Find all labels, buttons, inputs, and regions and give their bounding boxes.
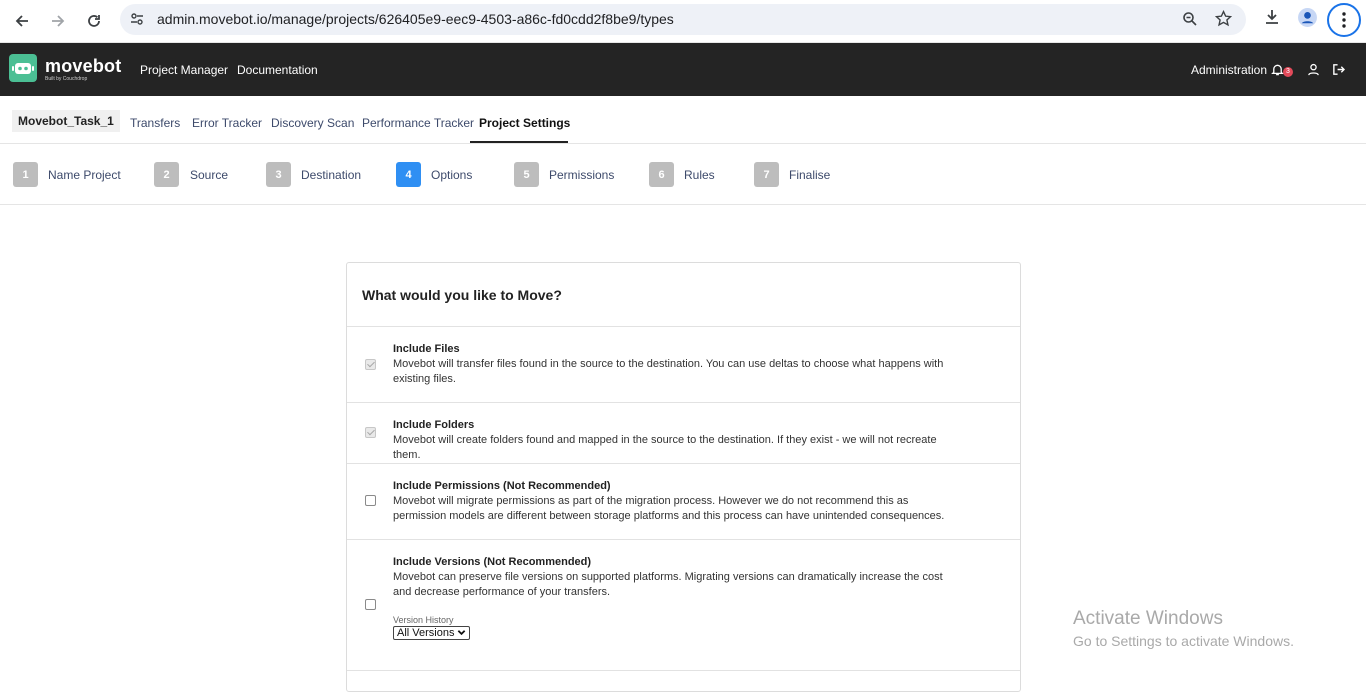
step-6-number[interactable]: 6 xyxy=(649,162,674,187)
step-name-project[interactable]: Name Project xyxy=(48,168,121,182)
profile-icon[interactable] xyxy=(1297,7,1318,33)
activate-windows-subtitle: Go to Settings to activate Windows. xyxy=(1073,633,1294,649)
app-header: movebot Built by Couchdrop Project Manag… xyxy=(0,43,1366,96)
include-permissions-title: Include Permissions (Not Recommended) xyxy=(393,480,611,492)
version-history-label: Version History xyxy=(393,615,454,625)
step-permissions[interactable]: Permissions xyxy=(549,168,614,182)
active-tab-indicator xyxy=(470,141,568,143)
forward-icon[interactable] xyxy=(45,8,71,34)
step-source[interactable]: Source xyxy=(190,168,228,182)
zoom-icon[interactable] xyxy=(1182,11,1198,32)
step-4-number[interactable]: 4 xyxy=(396,162,421,187)
step-3-number[interactable]: 3 xyxy=(266,162,291,187)
movebot-logo-icon[interactable] xyxy=(9,54,37,82)
divider xyxy=(347,402,1020,403)
include-files-checkbox[interactable] xyxy=(365,359,376,370)
browser-toolbar: admin.movebot.io/manage/projects/626405e… xyxy=(0,0,1366,43)
nav-documentation[interactable]: Documentation xyxy=(237,63,318,77)
notification-badge: 3 xyxy=(1283,67,1293,77)
address-bar[interactable]: admin.movebot.io/manage/projects/626405e… xyxy=(120,4,1246,35)
step-destination[interactable]: Destination xyxy=(301,168,361,182)
step-2-number[interactable]: 2 xyxy=(154,162,179,187)
logo-subtitle: Built by Couchdrop xyxy=(45,76,88,82)
user-icon[interactable] xyxy=(1307,63,1320,81)
download-icon[interactable] xyxy=(1262,7,1282,32)
version-history-value: All Versions xyxy=(397,627,455,639)
step-finalise[interactable]: Finalise xyxy=(789,168,830,182)
include-folders-checkbox[interactable] xyxy=(365,427,376,438)
step-1-number[interactable]: 1 xyxy=(13,162,38,187)
url-text[interactable]: admin.movebot.io/manage/projects/626405e… xyxy=(157,11,674,27)
tab-project-settings[interactable]: Project Settings xyxy=(479,116,570,130)
step-5-number[interactable]: 5 xyxy=(514,162,539,187)
include-versions-desc: Movebot can preserve file versions on su… xyxy=(393,571,943,598)
include-versions-title: Include Versions (Not Recommended) xyxy=(393,556,592,568)
include-folders-desc: Movebot will create folders found and ma… xyxy=(393,434,937,461)
reload-icon[interactable] xyxy=(81,8,107,34)
chevron-down-icon xyxy=(457,628,466,640)
include-versions-checkbox[interactable] xyxy=(365,599,376,610)
include-permissions-checkbox[interactable] xyxy=(365,495,376,506)
divider xyxy=(347,670,1020,671)
divider xyxy=(347,326,1020,327)
bookmark-star-icon[interactable] xyxy=(1214,9,1233,32)
tab-transfers[interactable]: Transfers xyxy=(130,116,180,130)
divider xyxy=(347,463,1020,464)
nav-project-manager[interactable]: Project Manager xyxy=(140,63,228,77)
tab-performance-tracker[interactable]: Performance Tracker xyxy=(362,116,474,130)
logout-icon[interactable] xyxy=(1332,63,1346,81)
card-title: What would you like to Move? xyxy=(362,287,562,303)
step-options[interactable]: Options xyxy=(431,168,472,182)
site-settings-icon[interactable] xyxy=(129,11,145,32)
divider xyxy=(347,539,1020,540)
move-options-card: What would you like to Move? Include Fil… xyxy=(346,262,1021,692)
tab-discovery-scan[interactable]: Discovery Scan xyxy=(271,116,354,130)
include-folders-title: Include Folders xyxy=(393,419,475,431)
nav-administration[interactable]: Administration xyxy=(1191,63,1267,77)
back-icon[interactable] xyxy=(9,8,35,34)
version-history-select[interactable]: All Versions xyxy=(393,626,470,640)
wizard-steps: 1 Name Project 2 Source 3 Destination 4 … xyxy=(0,144,1366,205)
project-name-tab[interactable]: Movebot_Task_1 xyxy=(12,110,120,132)
tab-error-tracker[interactable]: Error Tracker xyxy=(192,116,262,130)
step-7-number[interactable]: 7 xyxy=(754,162,779,187)
browser-menu-button[interactable] xyxy=(1327,3,1361,37)
project-tabs: Movebot_Task_1 Transfers Error Tracker D… xyxy=(0,96,1366,144)
include-files-desc: Movebot will transfer files found in the… xyxy=(393,358,944,385)
include-permissions-desc: Movebot will migrate permissions as part… xyxy=(393,495,945,522)
activate-windows-title: Activate Windows xyxy=(1073,608,1223,629)
step-rules[interactable]: Rules xyxy=(684,168,715,182)
include-files-title: Include Files xyxy=(393,343,460,355)
logo-text[interactable]: movebot xyxy=(45,56,121,77)
